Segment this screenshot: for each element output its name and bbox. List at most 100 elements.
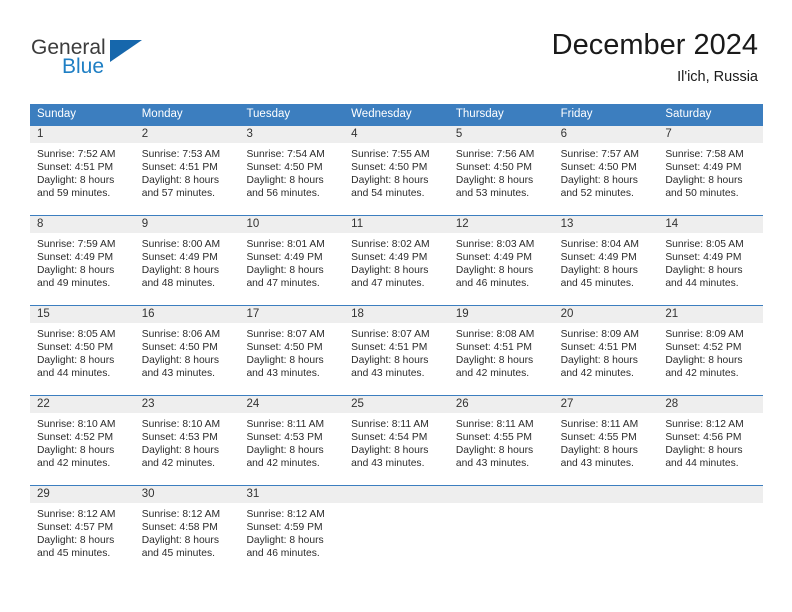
daylight-text-line2: and 44 minutes.: [665, 278, 739, 290]
sunset-text: Sunset: 4:49 PM: [665, 162, 742, 174]
sunrise-text: Sunrise: 7:55 AM: [351, 149, 430, 160]
day-info: Sunrise: 7:53 AM Sunset: 4:51 PM Dayligh…: [135, 144, 240, 200]
daylight-text-line1: Daylight: 8 hours: [665, 175, 743, 187]
day-info: Sunrise: 7:58 AM Sunset: 4:49 PM Dayligh…: [658, 144, 763, 200]
daylight-text-line2: and 47 minutes.: [246, 278, 320, 290]
daylight-text-line1: Daylight: 8 hours: [351, 265, 429, 277]
sunset-text: Sunset: 4:56 PM: [665, 432, 742, 444]
day-number-band: 4: [344, 126, 449, 144]
day-cell[interactable]: 1 Sunrise: 7:52 AM Sunset: 4:51 PM Dayli…: [30, 126, 135, 215]
day-number: 4: [351, 128, 358, 140]
sunset-text: Sunset: 4:55 PM: [455, 432, 533, 444]
day-cell[interactable]: 25 Sunrise: 8:11 AM Sunset: 4:54 PM Dayl…: [344, 396, 449, 485]
day-cell[interactable]: 29 Sunrise: 8:12 AM Sunset: 4:57 PM Dayl…: [30, 486, 135, 575]
day-cell[interactable]: 24 Sunrise: 8:11 AM Sunset: 4:53 PM Dayl…: [239, 396, 345, 485]
daylight-text-line2: and 42 minutes.: [560, 368, 634, 380]
sunrise-text: Sunrise: 8:09 AM: [560, 329, 640, 340]
day-number: 25: [351, 398, 364, 410]
day-number-band: 22: [30, 396, 135, 414]
day-number-band: [658, 486, 764, 504]
daylight-text-line2: and 42 minutes.: [455, 368, 530, 380]
day-cell[interactable]: 9 Sunrise: 8:00 AM Sunset: 4:49 PM Dayli…: [134, 216, 240, 305]
day-cell-empty: [658, 486, 764, 575]
day-number-band: [553, 486, 659, 504]
sunset-text: Sunset: 4:52 PM: [665, 342, 742, 354]
day-info: Sunrise: 8:05 AM Sunset: 4:49 PM Dayligh…: [658, 234, 763, 290]
day-cell[interactable]: 13 Sunrise: 8:04 AM Sunset: 4:49 PM Dayl…: [553, 216, 659, 305]
day-cell[interactable]: 18 Sunrise: 8:07 AM Sunset: 4:51 PM Dayl…: [344, 306, 449, 395]
daylight-text-line1: Daylight: 8 hours: [665, 265, 743, 277]
day-cell[interactable]: 8 Sunrise: 7:59 AM Sunset: 4:49 PM Dayli…: [30, 216, 135, 305]
day-cell[interactable]: 16 Sunrise: 8:06 AM Sunset: 4:50 PM Dayl…: [134, 306, 240, 395]
calendar-grid: Sunday Monday Tuesday Wednesday Thursday…: [30, 104, 764, 575]
day-number-band: 2: [134, 126, 240, 144]
day-cell[interactable]: 3 Sunrise: 7:54 AM Sunset: 4:50 PM Dayli…: [239, 126, 345, 215]
day-cell[interactable]: 12 Sunrise: 8:03 AM Sunset: 4:49 PM Dayl…: [448, 216, 554, 305]
sunset-text: Sunset: 4:51 PM: [37, 162, 114, 174]
daylight-text-line1: Daylight: 8 hours: [141, 535, 219, 547]
day-number: 9: [141, 218, 149, 230]
day-number-band: 13: [553, 216, 659, 234]
daylight-text-line1: Daylight: 8 hours: [560, 265, 638, 277]
day-info: Sunrise: 7:54 AM Sunset: 4:50 PM Dayligh…: [239, 144, 344, 200]
day-number: 10: [246, 218, 260, 230]
daylight-text-line1: Daylight: 8 hours: [455, 265, 534, 277]
day-number-band: 17: [239, 306, 345, 324]
sunset-text: Sunset: 4:54 PM: [351, 432, 428, 444]
daylight-text-line1: Daylight: 8 hours: [455, 355, 534, 367]
sunset-text: Sunset: 4:57 PM: [37, 522, 114, 534]
day-cell[interactable]: 11 Sunrise: 8:02 AM Sunset: 4:49 PM Dayl…: [344, 216, 449, 305]
day-cell[interactable]: 4 Sunrise: 7:55 AM Sunset: 4:50 PM Dayli…: [344, 126, 449, 215]
day-cell[interactable]: 2 Sunrise: 7:53 AM Sunset: 4:51 PM Dayli…: [134, 126, 240, 215]
day-cell[interactable]: 19 Sunrise: 8:08 AM Sunset: 4:51 PM Dayl…: [448, 306, 554, 395]
day-info: [449, 504, 554, 508]
day-number-band: 20: [553, 306, 659, 324]
page-title: December 2024: [551, 29, 758, 61]
day-number: 3: [246, 128, 253, 140]
daylight-text-line1: Daylight: 8 hours: [455, 175, 534, 187]
day-info: Sunrise: 8:07 AM Sunset: 4:50 PM Dayligh…: [239, 324, 344, 380]
day-info: Sunrise: 8:11 AM Sunset: 4:55 PM Dayligh…: [449, 414, 554, 470]
day-number: 12: [455, 218, 469, 230]
brand-triangle-icon: [110, 40, 142, 62]
brand-logo[interactable]: General Blue: [31, 36, 231, 84]
day-number: 11: [351, 218, 364, 230]
day-info: Sunrise: 8:08 AM Sunset: 4:51 PM Dayligh…: [449, 324, 554, 380]
daylight-text-line2: and 43 minutes.: [560, 458, 634, 470]
daylight-text-line1: Daylight: 8 hours: [560, 445, 638, 457]
day-cell[interactable]: 23 Sunrise: 8:10 AM Sunset: 4:53 PM Dayl…: [134, 396, 240, 485]
sunset-text: Sunset: 4:53 PM: [141, 432, 218, 444]
day-number-band: 24: [239, 396, 345, 414]
day-cell[interactable]: 28 Sunrise: 8:12 AM Sunset: 4:56 PM Dayl…: [658, 396, 764, 485]
sunrise-text: Sunrise: 7:53 AM: [141, 149, 221, 160]
day-number: 31: [246, 488, 260, 500]
sunset-text: Sunset: 4:52 PM: [37, 432, 114, 444]
day-number-band: 1: [30, 126, 135, 144]
day-cell[interactable]: 20 Sunrise: 8:09 AM Sunset: 4:51 PM Dayl…: [553, 306, 659, 395]
day-cell[interactable]: 14 Sunrise: 8:05 AM Sunset: 4:49 PM Dayl…: [658, 216, 764, 305]
daylight-text-line1: Daylight: 8 hours: [141, 175, 219, 187]
sunset-text: Sunset: 4:50 PM: [141, 342, 218, 354]
daylight-text-line2: and 42 minutes.: [37, 458, 111, 470]
day-cell[interactable]: 5 Sunrise: 7:56 AM Sunset: 4:50 PM Dayli…: [448, 126, 554, 215]
day-cell[interactable]: 31 Sunrise: 8:12 AM Sunset: 4:59 PM Dayl…: [239, 486, 345, 575]
day-cell[interactable]: 15 Sunrise: 8:05 AM Sunset: 4:50 PM Dayl…: [30, 306, 135, 395]
sunrise-text: Sunrise: 7:56 AM: [455, 149, 535, 160]
day-cell[interactable]: 10 Sunrise: 8:01 AM Sunset: 4:49 PM Dayl…: [239, 216, 345, 305]
day-cell[interactable]: 17 Sunrise: 8:07 AM Sunset: 4:50 PM Dayl…: [239, 306, 345, 395]
daylight-text-line1: Daylight: 8 hours: [246, 265, 324, 277]
day-cell[interactable]: 6 Sunrise: 7:57 AM Sunset: 4:50 PM Dayli…: [553, 126, 659, 215]
day-cell[interactable]: 22 Sunrise: 8:10 AM Sunset: 4:52 PM Dayl…: [30, 396, 135, 485]
sunrise-text: Sunrise: 8:05 AM: [665, 239, 744, 250]
sunrise-text: Sunrise: 7:59 AM: [37, 239, 116, 250]
day-cell[interactable]: 7 Sunrise: 7:58 AM Sunset: 4:49 PM Dayli…: [658, 126, 764, 215]
day-number-band: 27: [553, 396, 659, 414]
day-cell[interactable]: 30 Sunrise: 8:12 AM Sunset: 4:58 PM Dayl…: [134, 486, 240, 575]
brand-name-blue: Blue: [62, 55, 105, 78]
daylight-text-line1: Daylight: 8 hours: [246, 535, 324, 547]
day-number-band: 9: [134, 216, 240, 234]
day-cell[interactable]: 26 Sunrise: 8:11 AM Sunset: 4:55 PM Dayl…: [448, 396, 554, 485]
day-number-band: 26: [448, 396, 554, 414]
day-cell[interactable]: 21 Sunrise: 8:09 AM Sunset: 4:52 PM Dayl…: [658, 306, 764, 395]
day-cell[interactable]: 27 Sunrise: 8:11 AM Sunset: 4:55 PM Dayl…: [553, 396, 659, 485]
